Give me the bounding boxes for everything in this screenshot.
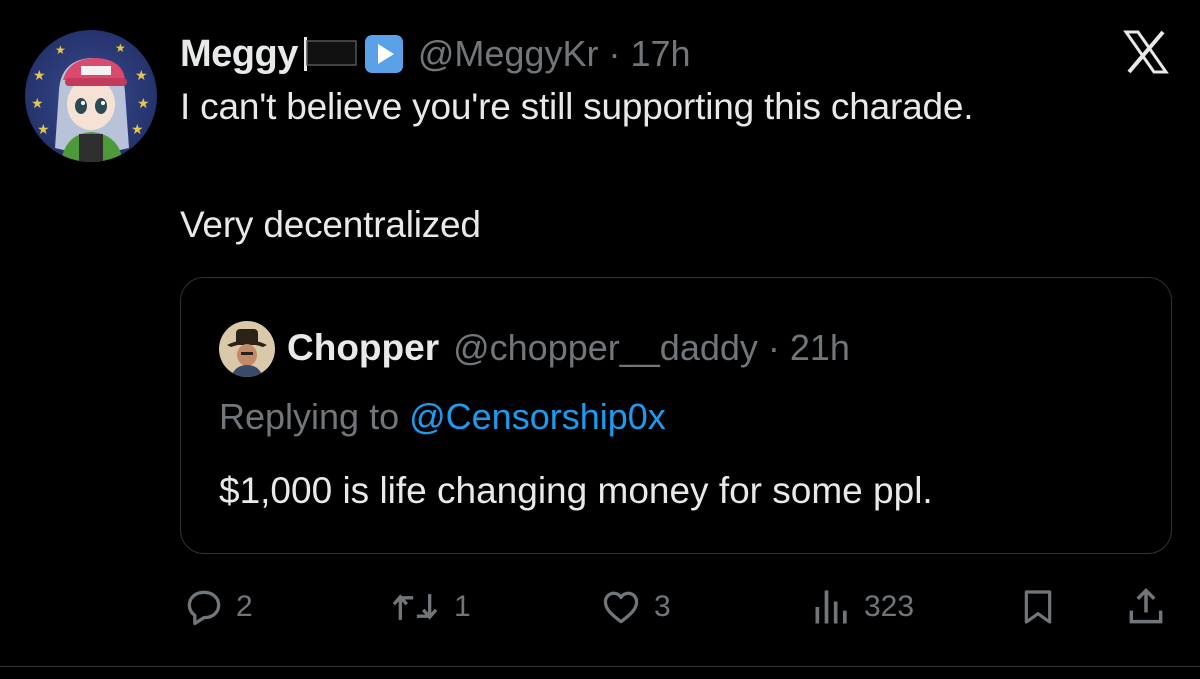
author-display-name[interactable]: Meggy: [180, 33, 298, 76]
replying-to-line: Replying to @Censorship0x: [219, 396, 666, 438]
views-button[interactable]: 323: [810, 585, 914, 629]
svg-text:★: ★: [55, 43, 66, 57]
anime-avatar-icon: ★ ★ ★ ★ ★ ★ ★ ★: [25, 30, 157, 162]
svg-text:★: ★: [131, 122, 144, 138]
quoted-author-display-name[interactable]: Chopper: [287, 327, 439, 369]
svg-text:★: ★: [31, 96, 44, 112]
repost-count: 1: [454, 590, 471, 623]
tweet-header: Meggy @MeggyKr · 17h: [180, 28, 691, 80]
svg-text:★: ★: [115, 41, 126, 55]
repost-button[interactable]: 1: [386, 585, 471, 629]
bookmark-button[interactable]: [1018, 585, 1058, 629]
share-icon: [1129, 588, 1163, 624]
quoted-tweet-card[interactable]: Chopper @chopper__daddy · 21h Replying t…: [180, 277, 1172, 554]
replying-to-label: Replying to: [219, 396, 410, 437]
svg-text:★: ★: [135, 68, 148, 84]
reply-count: 2: [236, 590, 253, 623]
like-button[interactable]: 3: [598, 585, 671, 629]
like-count: 3: [654, 590, 671, 623]
quoted-tweet-header: Chopper @chopper__daddy · 21h: [287, 320, 850, 376]
views-chart-icon: [815, 590, 847, 624]
divider: [0, 666, 1200, 667]
repost-icon: [392, 594, 438, 620]
quoted-author-avatar[interactable]: [219, 321, 275, 377]
bookmark-icon: [1024, 590, 1052, 624]
quoted-author-handle-time[interactable]: @chopper__daddy · 21h: [453, 327, 850, 369]
tweet-text-line-2: Very decentralized: [180, 204, 481, 245]
reply-icon: [187, 590, 221, 626]
play-button-icon: [364, 34, 404, 74]
x-logo-icon: [1123, 30, 1169, 74]
reply-button[interactable]: 2: [182, 585, 253, 629]
black-flag-icon: [302, 35, 358, 73]
replying-to-mention-link[interactable]: @Censorship0x: [409, 396, 666, 437]
heart-icon: [603, 591, 639, 624]
tweet: ★ ★ ★ ★ ★ ★ ★ ★ Meggy @MeggyKr · 17h I c…: [0, 0, 1200, 679]
share-button[interactable]: [1124, 585, 1168, 629]
author-avatar[interactable]: ★ ★ ★ ★ ★ ★ ★ ★: [25, 30, 157, 162]
svg-text:★: ★: [33, 68, 46, 84]
tweet-text-line-1: I can't believe you're still supporting …: [180, 86, 974, 127]
author-handle-time[interactable]: @MeggyKr · 17h: [418, 33, 691, 75]
svg-text:★: ★: [37, 122, 50, 138]
cowboy-avatar-icon: [219, 321, 275, 377]
svg-text:★: ★: [137, 96, 150, 112]
quoted-tweet-text: $1,000 is life changing money for some p…: [219, 470, 933, 511]
views-count: 323: [864, 590, 915, 623]
